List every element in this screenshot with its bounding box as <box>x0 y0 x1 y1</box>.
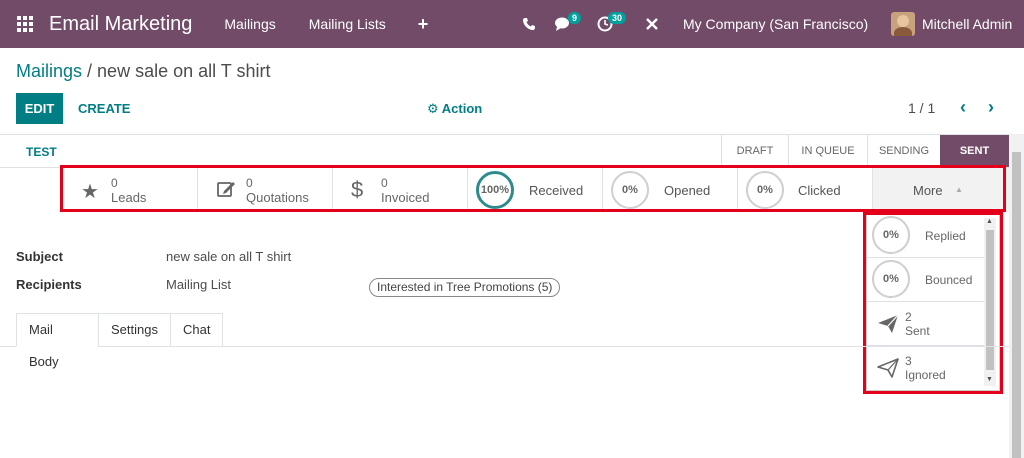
dropdown-highlight <box>863 212 1003 394</box>
pager-prev-icon[interactable]: ‹ <box>960 97 966 118</box>
tab-mail-body[interactable]: Mail Body <box>16 313 99 369</box>
breadcrumb: Mailings / new sale on all T shirt <box>16 61 270 82</box>
top-navbar: Email Marketing Mailings Mailing Lists + <box>0 0 1024 48</box>
recipients-value[interactable]: Mailing List <box>166 277 231 292</box>
smart-buttons-highlight <box>60 165 1006 212</box>
mailing-list-tag[interactable]: Interested in Tree Promotions (5) <box>369 278 561 297</box>
edit-button[interactable]: EDIT <box>16 93 63 124</box>
subject-label: Subject <box>16 249 63 264</box>
activities-icon[interactable] <box>597 0 613 48</box>
messages-badge: 9 <box>568 12 582 24</box>
breadcrumb-mailings[interactable]: Mailings <box>16 61 82 81</box>
recipients-label: Recipients <box>16 277 82 292</box>
user-avatar[interactable] <box>891 12 915 36</box>
action-label: Action <box>441 101 483 116</box>
action-menu[interactable]: ⚙ Action <box>427 93 482 124</box>
test-button[interactable]: TEST <box>26 145 57 159</box>
menu-mailing-lists[interactable]: Mailing Lists <box>309 16 386 32</box>
gear-icon: ⚙ <box>427 101 442 116</box>
messages-icon[interactable] <box>555 0 573 48</box>
stage-sending[interactable]: SENDING <box>868 135 940 167</box>
menu-plus[interactable]: + <box>418 14 429 35</box>
apps-menu-icon[interactable] <box>17 16 33 32</box>
app-title[interactable]: Email Marketing <box>49 13 192 36</box>
page-scroll-thumb[interactable] <box>1012 152 1021 458</box>
statusbar: TEST DRAFT IN QUEUE SENDING SENT <box>0 134 1009 168</box>
user-menu[interactable]: Mitchell Admin <box>922 0 1012 48</box>
breadcrumb-current: new sale on all T shirt <box>97 61 271 81</box>
phone-icon[interactable] <box>522 0 536 48</box>
stage-sent[interactable]: SENT <box>940 135 1009 167</box>
pager-next-icon[interactable]: › <box>988 97 994 118</box>
tools-icon[interactable] <box>645 0 659 48</box>
activities-badge: 30 <box>608 12 627 24</box>
tab-chat[interactable]: Chat <box>170 313 223 347</box>
tab-settings[interactable]: Settings <box>98 313 171 347</box>
page-scrollbar[interactable] <box>1009 134 1024 458</box>
subject-value[interactable]: new sale on all T shirt <box>166 249 291 264</box>
pager-value: 1 / 1 <box>908 100 936 116</box>
menu-mailings[interactable]: Mailings <box>224 16 275 32</box>
stage-draft[interactable]: DRAFT <box>722 135 788 167</box>
create-button[interactable]: CREATE <box>78 93 130 124</box>
breadcrumb-separator: / <box>82 61 98 81</box>
company-switcher[interactable]: My Company (San Francisco) <box>683 0 868 48</box>
stage-in-queue[interactable]: IN QUEUE <box>789 135 867 167</box>
